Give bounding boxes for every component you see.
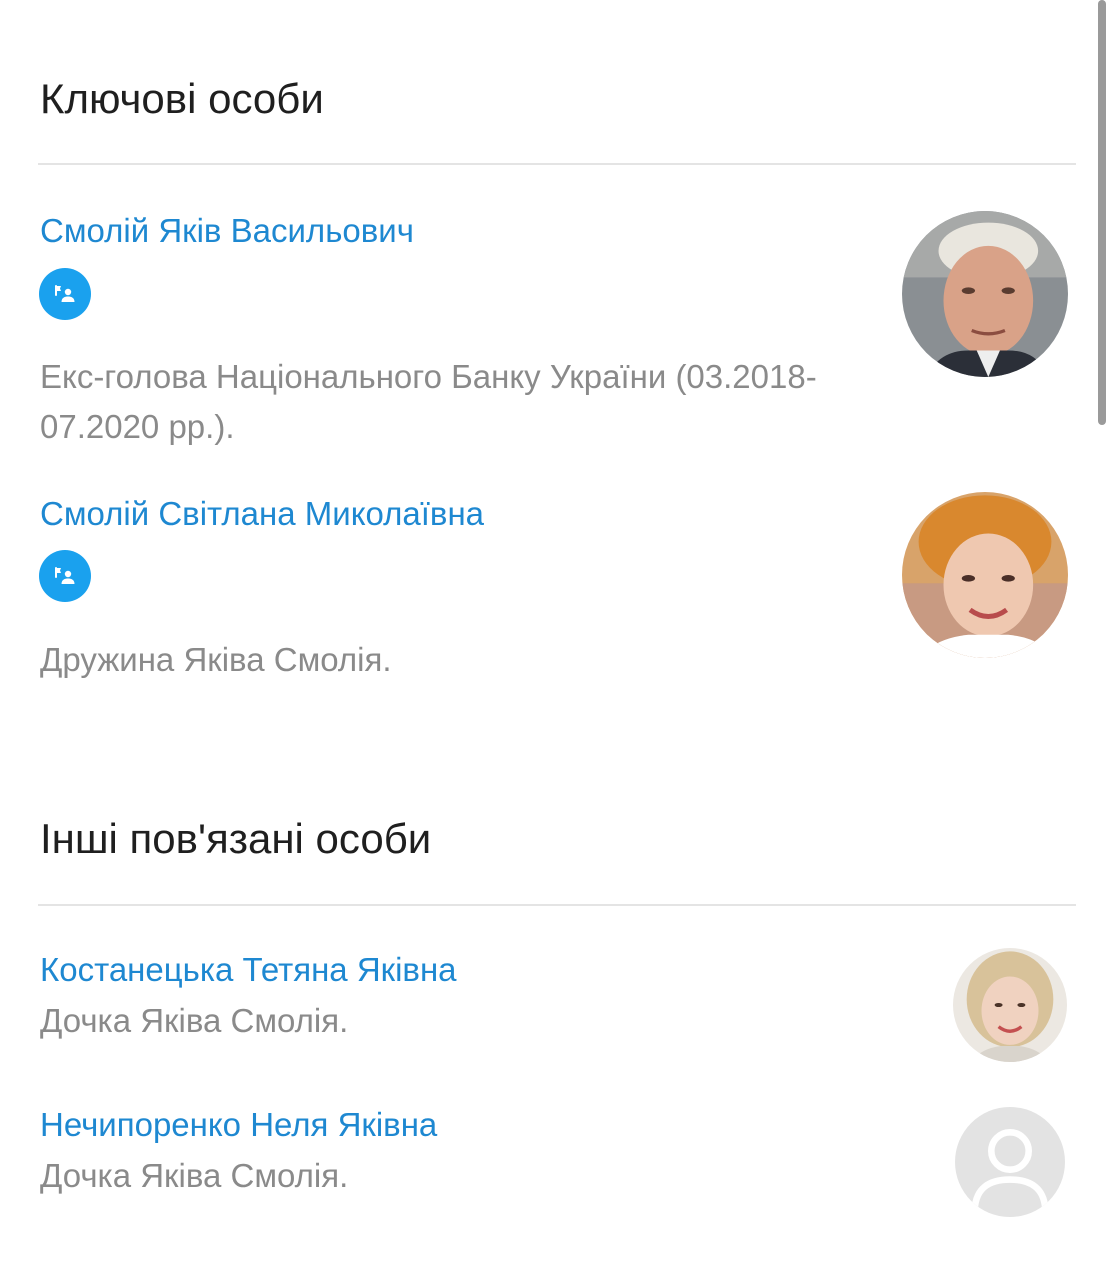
person-flag-icon [55, 285, 75, 302]
page: Ключові особи Смолій Яків Васильович Екс… [0, 0, 1114, 1280]
person-description: Екс-голова Національного Банку України (… [40, 358, 817, 445]
person-photo[interactable] [902, 492, 1068, 658]
person-photo[interactable] [953, 948, 1067, 1062]
user-placeholder-icon [971, 1129, 1049, 1209]
person-photo[interactable] [902, 211, 1068, 377]
key-persons-title: Ключові особи [40, 75, 324, 122]
person-name-link[interactable]: Нечипоренко Неля Яківна [40, 1108, 437, 1141]
section-divider [38, 904, 1076, 906]
scrollbar[interactable] [1098, 0, 1106, 425]
person-description: Дочка Яківа Смолія. [40, 1002, 349, 1039]
man-portrait-icon [902, 211, 1068, 377]
person-name-link[interactable]: Смолій Світлана Миколаївна [40, 497, 484, 530]
person-description: Дочка Яківа Смолія. [40, 1157, 349, 1194]
woman-portrait-icon [953, 948, 1067, 1062]
person-name-link[interactable]: Костанецька Тетяна Яківна [40, 953, 457, 986]
role-badge[interactable] [39, 268, 91, 320]
person-flag-icon [55, 567, 75, 584]
person-name-link[interactable]: Смолій Яків Васильович [40, 214, 414, 247]
section-divider [38, 163, 1076, 165]
person-description: Дружина Яківа Смолія. [40, 641, 392, 678]
avatar-placeholder[interactable] [955, 1107, 1065, 1217]
woman-portrait-icon [902, 492, 1068, 658]
related-persons-title: Інші пов'язані особи [40, 815, 432, 862]
role-badge[interactable] [39, 550, 91, 602]
